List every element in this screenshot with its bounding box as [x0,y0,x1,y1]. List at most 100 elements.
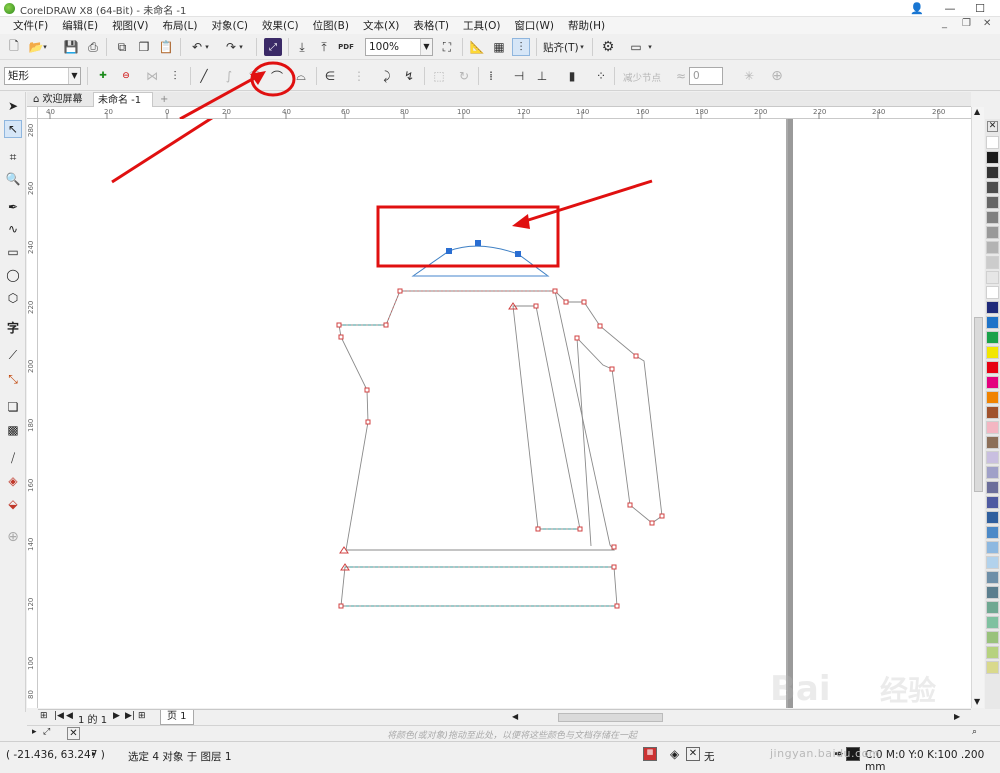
minimize-button[interactable]: — [936,0,964,17]
lid-node[interactable] [475,240,481,246]
previous-page-icon[interactable]: ◀ [66,711,73,721]
reduce-nodes-button[interactable]: 减少节点 [623,70,661,84]
menu-help[interactable]: 帮助(H) [561,18,612,33]
teapot-handle-outline[interactable] [554,290,663,547]
eyedropper-icon[interactable]: ⤢ [43,727,50,737]
teapot-handle-inner-shape[interactable] [512,305,581,530]
connector-tool-icon[interactable]: ⤡ [4,370,22,388]
cut-icon[interactable]: ⧉ [113,38,131,56]
eyedropper-tool-icon[interactable]: ⧸ [4,449,22,467]
menu-file[interactable]: 文件(F) [6,18,55,33]
lid-node[interactable] [515,251,521,257]
palette-swatch[interactable] [986,541,999,554]
palette-swatch[interactable] [986,361,999,374]
search-content-icon[interactable]: ⤢ [264,38,282,56]
menu-object[interactable]: 对象(C) [205,18,256,33]
palette-swatch[interactable] [986,256,999,269]
maximize-button[interactable]: ☐ [966,0,994,17]
rectangle-tool-icon[interactable]: ▭ [4,243,22,261]
save-icon[interactable]: 💾 [62,38,80,56]
add-page-after-icon[interactable]: ⊞ [138,711,146,721]
polygon-tool-icon[interactable]: ⬡ [4,289,22,307]
palette-swatch[interactable] [986,436,999,449]
palette-swatch[interactable] [986,301,999,314]
palette-swatch[interactable] [986,526,999,539]
palette-swatch[interactable] [986,316,999,329]
menu-bitmap[interactable]: 位图(B) [306,18,356,33]
menu-text[interactable]: 文本(X) [356,18,406,33]
palette-swatch[interactable] [986,346,999,359]
palette-swatch[interactable] [986,616,999,629]
drawing-svg[interactable]: Bai 经验 [38,119,971,708]
paste-icon[interactable]: 📋 [157,38,175,56]
stretch-nodes-icon[interactable]: ⬚ [430,67,448,85]
align-nodes-icon[interactable]: ⁞ [482,67,500,85]
scroll-up-icon[interactable]: ▲ [974,107,980,116]
first-page-icon[interactable]: |◀ [54,711,64,721]
palette-swatch[interactable] [986,136,999,149]
menu-effects[interactable]: 效果(C) [255,18,306,33]
copy-icon[interactable]: ❐ [135,38,153,56]
palette-swatch[interactable] [986,376,999,389]
show-guidelines-icon[interactable]: ⫶ [512,38,530,56]
palette-swatch[interactable] [986,631,999,644]
palette-swatch[interactable] [986,331,999,344]
curve-smoothness-input[interactable]: 0 [689,67,723,85]
scroll-right-icon[interactable]: ▶ [954,712,960,721]
elastic-mode-icon[interactable]: ▮ [563,67,581,85]
node-options-icon[interactable]: ✳ [740,67,758,85]
undo-dropdown-chevron-icon[interactable]: ▾ [203,38,211,56]
palette-menu-chevron-icon[interactable]: ▸ [32,727,37,737]
palette-swatch[interactable] [986,271,999,284]
full-screen-preview-icon[interactable]: ⛶ [438,38,456,56]
teapot-body-shape[interactable] [338,290,615,551]
palette-swatch[interactable] [986,601,999,614]
no-color-swatch[interactable]: ✕ [67,727,80,740]
palette-swatch[interactable] [986,211,999,224]
scroll-down-icon[interactable]: ▼ [974,697,980,706]
menu-table[interactable]: 表格(T) [406,18,456,33]
horizontal-scroll-thumb[interactable] [558,713,663,722]
palette-swatch[interactable] [986,556,999,569]
scroll-left-icon[interactable]: ◀ [512,712,518,721]
transparency-tool-icon[interactable]: ▩ [4,421,22,439]
palette-swatch[interactable] [986,451,999,464]
account-icon[interactable]: 👤 [903,0,931,17]
show-rulers-icon[interactable]: 📐 [468,38,486,56]
interactive-fill-tool-icon[interactable]: ◈ [4,472,22,490]
options-gear-icon[interactable]: ⚙ [599,38,617,56]
palette-swatch[interactable] [986,481,999,494]
zoom-tool-icon[interactable]: 🔍 [4,170,22,188]
freehand-tool-icon[interactable]: ✒ [4,198,22,216]
palette-swatch[interactable] [986,661,999,674]
vertical-reflect-icon[interactable]: ⊥ [533,67,551,85]
shape-tool-icon[interactable]: ↖ [4,120,22,138]
rotate-nodes-icon[interactable]: ↻ [455,67,473,85]
export-icon[interactable]: ⤒ [315,38,333,56]
show-grid-icon[interactable]: ▦ [490,38,508,56]
palette-swatch[interactable] [986,196,999,209]
publish-pdf-icon[interactable]: PDF [337,38,355,56]
last-page-icon[interactable]: ▶| [125,711,135,721]
menu-window[interactable]: 窗口(W) [507,18,561,33]
add-plus-icon[interactable]: ⊕ [768,67,786,85]
open-dropdown-chevron-icon[interactable]: ▾ [41,38,49,56]
teapot-lid-shape[interactable] [411,245,550,277]
horizontal-reflect-icon[interactable]: ⊣ [510,67,528,85]
palette-swatch[interactable] [986,466,999,479]
next-page-icon[interactable]: ▶ [113,711,120,721]
snap-to-dropdown[interactable]: 贴齐(T) [543,40,579,55]
vertical-scroll-thumb[interactable] [974,317,983,492]
launcher-chevron-down-icon[interactable]: ▾ [646,38,654,56]
extend-curve-icon[interactable]: ⋮ [350,67,368,85]
import-icon[interactable]: ⤓ [293,38,311,56]
palette-swatch[interactable] [986,391,999,404]
new-document-icon[interactable]: 🗋 [5,38,23,56]
palette-swatch[interactable] [986,241,999,254]
reverse-direction-icon[interactable]: ∈ [321,67,339,85]
lid-node[interactable] [446,248,452,254]
doc-restore-button[interactable]: ❐ [962,18,971,29]
smart-fill-tool-icon[interactable]: ⬙ [4,495,22,513]
palette-swatch[interactable] [986,421,999,434]
palette-swatch[interactable] [986,166,999,179]
